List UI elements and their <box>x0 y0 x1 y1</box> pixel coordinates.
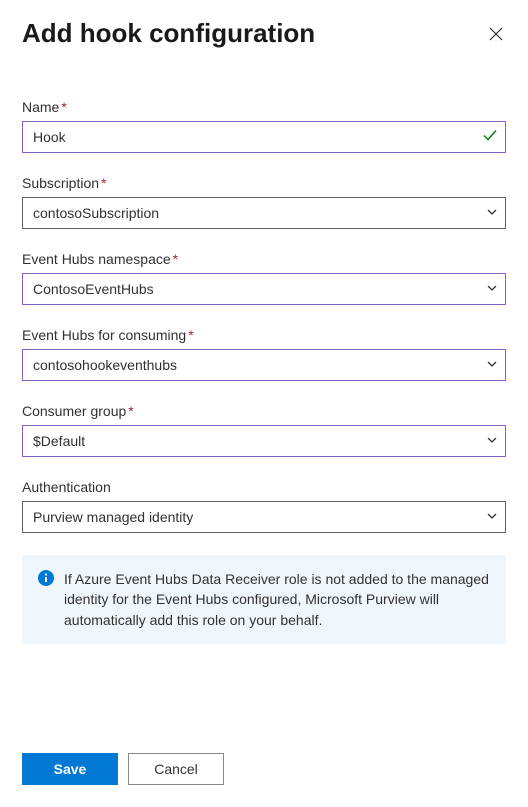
cancel-button[interactable]: Cancel <box>128 753 224 785</box>
name-input-wrap <box>22 121 506 153</box>
close-button[interactable] <box>484 22 508 49</box>
required-indicator: * <box>128 403 133 419</box>
event-hubs-namespace-select[interactable]: ContosoEventHubs <box>22 273 506 305</box>
event-hubs-consuming-label-text: Event Hubs for consuming <box>22 327 186 343</box>
authentication-select[interactable]: Purview managed identity <box>22 501 506 533</box>
field-name: Name* <box>22 99 506 153</box>
authentication-label-text: Authentication <box>22 479 111 495</box>
event-hubs-consuming-select[interactable]: contosohookeventhubs <box>22 349 506 381</box>
subscription-select-wrap: contosoSubscription <box>22 197 506 229</box>
consumer-group-label: Consumer group* <box>22 403 506 419</box>
event-hubs-consuming-select-wrap: contosohookeventhubs <box>22 349 506 381</box>
info-message: If Azure Event Hubs Data Receiver role i… <box>22 555 506 644</box>
info-icon <box>38 570 54 589</box>
save-button[interactable]: Save <box>22 753 118 785</box>
subscription-label-text: Subscription <box>22 175 99 191</box>
event-hubs-namespace-select-wrap: ContosoEventHubs <box>22 273 506 305</box>
event-hubs-consuming-value: contosohookeventhubs <box>33 357 177 373</box>
authentication-label: Authentication <box>22 479 506 495</box>
consumer-group-value: $Default <box>33 433 85 449</box>
authentication-value: Purview managed identity <box>33 509 193 525</box>
authentication-select-wrap: Purview managed identity <box>22 501 506 533</box>
event-hubs-namespace-value: ContosoEventHubs <box>33 281 154 297</box>
subscription-value: contosoSubscription <box>33 205 159 221</box>
required-indicator: * <box>188 327 193 343</box>
consumer-group-select-wrap: $Default <box>22 425 506 457</box>
field-subscription: Subscription* contosoSubscription <box>22 175 506 229</box>
field-authentication: Authentication Purview managed identity <box>22 479 506 533</box>
required-indicator: * <box>173 251 178 267</box>
name-label: Name* <box>22 99 506 115</box>
required-indicator: * <box>61 99 66 115</box>
event-hubs-namespace-label: Event Hubs namespace* <box>22 251 506 267</box>
field-event-hubs-consuming: Event Hubs for consuming* contosohookeve… <box>22 327 506 381</box>
close-icon <box>488 29 504 45</box>
field-consumer-group: Consumer group* $Default <box>22 403 506 457</box>
required-indicator: * <box>101 175 106 191</box>
field-event-hubs-namespace: Event Hubs namespace* ContosoEventHubs <box>22 251 506 305</box>
panel-header: Add hook configuration <box>22 18 506 49</box>
name-label-text: Name <box>22 99 59 115</box>
consumer-group-select[interactable]: $Default <box>22 425 506 457</box>
subscription-label: Subscription* <box>22 175 506 191</box>
info-text: If Azure Event Hubs Data Receiver role i… <box>64 569 490 630</box>
event-hubs-consuming-label: Event Hubs for consuming* <box>22 327 506 343</box>
event-hubs-namespace-label-text: Event Hubs namespace <box>22 251 171 267</box>
page-title: Add hook configuration <box>22 18 315 49</box>
add-hook-panel: Add hook configuration Name* Subscriptio… <box>0 0 528 807</box>
panel-footer: Save Cancel <box>22 733 506 789</box>
name-input[interactable] <box>22 121 506 153</box>
form-fields: Name* Subscription* contosoSubscription <box>22 99 506 733</box>
subscription-select[interactable]: contosoSubscription <box>22 197 506 229</box>
consumer-group-label-text: Consumer group <box>22 403 126 419</box>
